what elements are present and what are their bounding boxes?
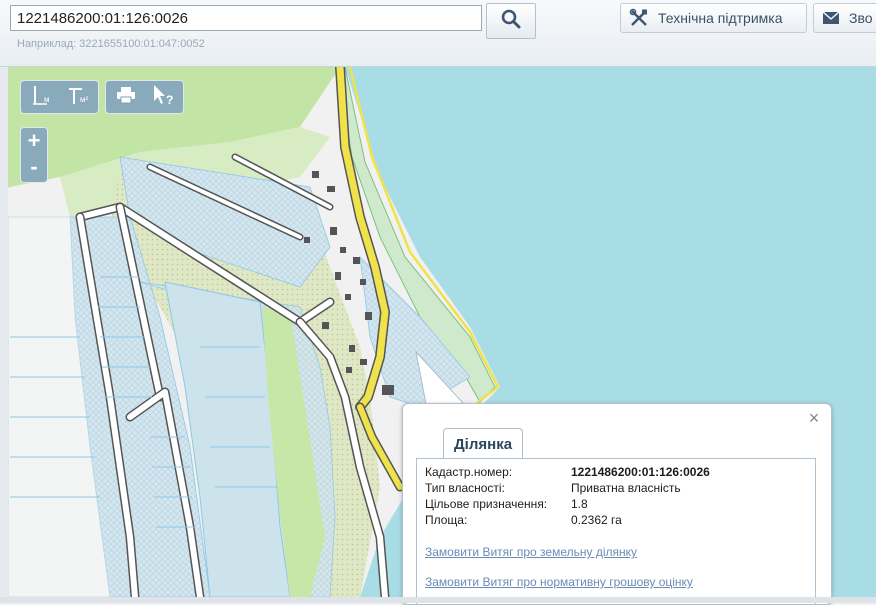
zoom-out-button[interactable]: - — [21, 154, 47, 180]
top-toolbar: Наприклад: 3221655100:01:047:0052 Техніч… — [0, 0, 876, 67]
parcel-info-panel: Кадастр.номер: 1221486200:01:126:0026 Тип… — [416, 458, 816, 605]
search-button[interactable] — [486, 3, 536, 39]
purpose-row: Цільове призначення: 1.8 — [425, 497, 588, 511]
order-parcel-extract-link[interactable]: Замовити Витяг про земельну ділянку — [425, 545, 637, 559]
measure-area-button[interactable]: м² — [61, 83, 97, 111]
measure-tools: м м² — [20, 80, 99, 114]
area-row: Площа: 0.2362 га — [425, 513, 622, 527]
feedback-label: Зво — [849, 10, 873, 26]
ruler-icon: м — [27, 84, 55, 111]
search-hint: Наприклад: 3221655100:01:047:0052 — [17, 38, 205, 50]
printer-icon — [115, 85, 137, 110]
purpose-value: 1.8 — [571, 497, 588, 511]
map-actions: ? — [105, 80, 184, 114]
measure-length-button[interactable]: м — [23, 83, 59, 111]
parcel-info-popup: × Ділянка Кадастр.номер: 1221486200:01:12… — [402, 403, 832, 605]
purpose-label: Цільове призначення: — [425, 497, 548, 511]
svg-text:?: ? — [166, 93, 173, 107]
area-icon: м² — [64, 84, 92, 111]
tech-support-button[interactable]: Технічна підтримка — [620, 3, 807, 33]
horizontal-scrollbar[interactable] — [0, 597, 876, 603]
envelope-icon — [822, 11, 840, 25]
print-button[interactable] — [108, 83, 144, 111]
ownership-type-label: Тип власності: — [425, 481, 505, 495]
tools-icon — [629, 8, 649, 28]
cadastral-number-label: Кадастр.номер: — [425, 465, 513, 479]
identify-button[interactable]: ? — [146, 83, 182, 111]
order-valuation-extract-link[interactable]: Замовити Витяг про нормативну грошову оц… — [425, 575, 693, 589]
popup-pointer — [415, 350, 466, 405]
measure-length-unit: м — [44, 95, 50, 104]
ownership-type-row: Тип власності: Приватна власність — [425, 481, 681, 495]
zoom-in-button[interactable]: + — [21, 128, 47, 154]
cadastral-number-value: 1221486200:01:126:0026 — [571, 465, 710, 479]
measure-area-unit: м² — [80, 95, 89, 104]
cursor-question-icon: ? — [150, 83, 176, 112]
tech-support-label: Технічна підтримка — [658, 10, 783, 26]
cadastral-number-row: Кадастр.номер: 1221486200:01:126:0026 — [425, 465, 710, 479]
cadastral-search-input[interactable] — [10, 5, 482, 31]
feedback-button[interactable]: Зво — [813, 3, 876, 33]
area-value: 0.2362 га — [571, 513, 622, 527]
tab-parcel[interactable]: Ділянка — [443, 428, 524, 459]
ownership-type-value: Приватна власність — [571, 481, 681, 495]
map-left-edge — [0, 67, 8, 597]
close-icon[interactable]: × — [806, 409, 822, 427]
search-icon — [501, 9, 521, 34]
zoom-control: + - — [20, 127, 48, 183]
area-label: Площа: — [425, 513, 468, 527]
